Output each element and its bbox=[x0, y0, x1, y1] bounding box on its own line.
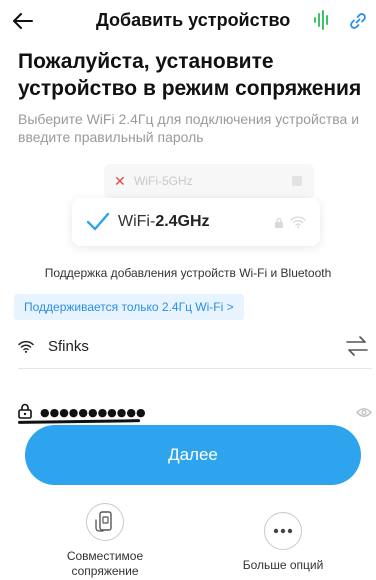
page-title: Добавить устройство bbox=[96, 10, 291, 30]
wifi-24ghz-label: WiFi-2.4GHz bbox=[118, 213, 210, 230]
link-icon[interactable] bbox=[348, 11, 368, 31]
wifi-5ghz-label: WiFi-5GHz bbox=[134, 174, 193, 188]
more-dots-icon bbox=[264, 512, 302, 550]
eye-icon[interactable] bbox=[356, 405, 372, 417]
wifi-signal-icon bbox=[290, 215, 306, 228]
wifi-icon bbox=[18, 340, 34, 353]
swap-network-icon[interactable] bbox=[346, 336, 368, 356]
more-options-label: Больше опций bbox=[242, 558, 324, 572]
instruction-text: Выберите WiFi 2.4Гц для подключения устр… bbox=[18, 111, 360, 145]
pairing-heading: Пожалуйста, установите устройство в режи… bbox=[18, 50, 362, 100]
voice-wave-icon[interactable] bbox=[313, 10, 331, 30]
only-24ghz-badge[interactable]: Поддерживается только 2.4Гц Wi-Fi > bbox=[14, 294, 244, 320]
divider bbox=[18, 368, 372, 369]
back-arrow-icon[interactable] bbox=[8, 6, 38, 36]
checkmark-icon bbox=[86, 212, 110, 232]
compatible-pairing-option[interactable]: Совместимое сопряжение bbox=[35, 503, 175, 579]
more-options-option[interactable]: Больше опций bbox=[213, 512, 353, 573]
lock-small-icon bbox=[274, 216, 284, 228]
support-info-text: Поддержка добавления устройств Wi-Fi и B… bbox=[44, 266, 332, 280]
compatible-pairing-icon bbox=[86, 503, 124, 541]
top-bar: Добавить устройство bbox=[0, 0, 376, 44]
wifi-5ghz-option: ✕ WiFi-5GHz bbox=[104, 164, 314, 198]
placeholder-square-icon bbox=[292, 176, 302, 186]
wifi-network-row[interactable]: Sfinks bbox=[18, 334, 372, 364]
network-name: Sfinks bbox=[48, 338, 89, 355]
lock-icon bbox=[18, 403, 32, 419]
cross-icon: ✕ bbox=[114, 173, 126, 189]
wifi-band-illustration: ✕ WiFi-5GHz WiFi-2.4GHz bbox=[72, 158, 320, 254]
compatible-pairing-label: Совместимое сопряжение bbox=[66, 549, 144, 578]
next-button[interactable]: Далее bbox=[25, 425, 361, 485]
wifi-24ghz-option: WiFi-2.4GHz bbox=[72, 198, 320, 246]
